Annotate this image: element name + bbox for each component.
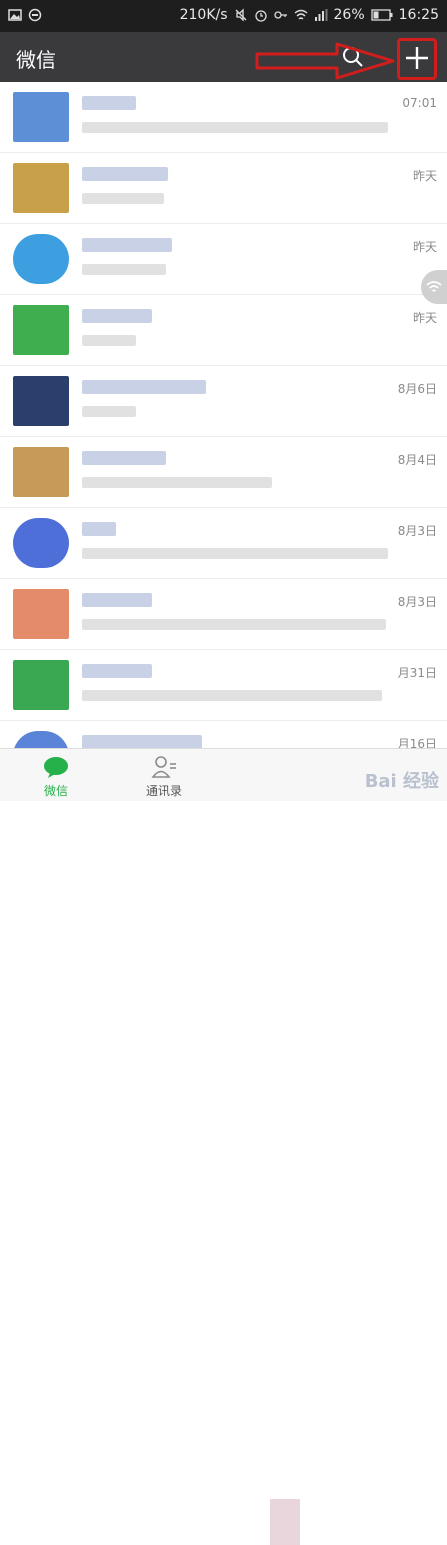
battery-icon — [370, 9, 393, 21]
chat-name — [82, 96, 136, 110]
annotation-highlight — [397, 38, 437, 80]
chat-name — [82, 380, 206, 394]
chat-time: 昨天 — [412, 240, 437, 254]
chat-time: 昨天 — [412, 169, 437, 183]
chat-preview — [82, 477, 272, 488]
avatar — [13, 234, 69, 284]
chat-item[interactable]: 昨天 — [0, 224, 447, 295]
clock: 16:25 — [398, 7, 439, 23]
chat-time: 8月6日 — [397, 382, 437, 396]
contacts-icon — [151, 756, 176, 778]
chat-time: 昨天 — [412, 311, 437, 325]
chat-time: 月16日 — [397, 737, 437, 748]
watermark: Bai 经验 — [364, 771, 439, 792]
app-header: 微信 — [0, 32, 447, 82]
chat-preview — [82, 122, 388, 133]
alarm-icon — [254, 10, 267, 22]
chat-name — [82, 309, 152, 323]
network-speed: 210K/s — [179, 7, 228, 23]
tab-label: 通讯录 — [145, 784, 182, 798]
chat-name — [82, 238, 172, 252]
chat-name — [82, 664, 152, 678]
avatar — [13, 518, 69, 568]
blurred-tab — [270, 1499, 300, 1545]
chat-item[interactable]: 昨天 — [0, 153, 447, 224]
avatar — [13, 447, 69, 497]
tab-contacts[interactable]: 通讯录 — [119, 749, 209, 801]
chat-item[interactable]: 07:01 — [0, 82, 447, 153]
avatar — [13, 660, 69, 710]
chat-item[interactable]: 8月6日 — [0, 366, 447, 437]
tab-wechat[interactable]: 微信 — [11, 749, 101, 801]
chat-time: 8月3日 — [397, 595, 437, 609]
add-button[interactable] — [404, 45, 430, 71]
battery-percent: 26% — [333, 7, 365, 23]
chat-notification-icon — [28, 8, 42, 22]
avatar — [13, 731, 69, 748]
chat-item[interactable]: 8月3日 — [0, 508, 447, 579]
signal-icon — [314, 9, 328, 21]
chat-item[interactable]: 8月3日 — [0, 579, 447, 650]
status-bar: 210K/s 26% 16:25 — [0, 0, 447, 32]
annotation-arrow — [255, 42, 395, 80]
avatar — [13, 163, 69, 213]
chat-list: 07:01 昨天 昨天 昨天 8月6日 8月4日 8月3日 8月3日 月31日 … — [0, 82, 447, 748]
chat-item[interactable]: 月31日 — [0, 650, 447, 721]
avatar — [13, 92, 69, 142]
key-icon — [273, 11, 287, 19]
tab-label: 微信 — [43, 784, 68, 798]
chat-name — [82, 451, 166, 465]
mute-icon — [235, 8, 246, 22]
chat-bubble-icon — [44, 757, 68, 778]
chat-item[interactable]: 月16日 — [0, 721, 447, 748]
chat-preview — [82, 264, 166, 275]
chat-preview — [82, 548, 388, 559]
avatar — [13, 305, 69, 355]
chat-time: 8月4日 — [397, 453, 437, 467]
floating-wifi-button[interactable] — [421, 270, 447, 304]
chat-time: 8月3日 — [397, 524, 437, 538]
chat-preview — [82, 690, 382, 701]
chat-preview — [82, 406, 136, 417]
image-notification-icon — [8, 9, 22, 21]
avatar — [13, 589, 69, 639]
chat-name — [82, 522, 116, 536]
wifi-icon — [294, 9, 307, 20]
chat-name — [82, 167, 168, 181]
wifi-icon — [426, 281, 442, 292]
avatar — [13, 376, 69, 426]
page-title: 微信 — [16, 48, 56, 72]
chat-name — [82, 593, 152, 607]
chat-name — [82, 735, 202, 748]
chat-preview — [82, 619, 386, 630]
chat-preview — [82, 335, 136, 346]
bottom-tab-bar: 微信 通讯录 Bai 经验 — [0, 748, 447, 1545]
chat-time: 07:01 — [402, 96, 437, 110]
chat-time: 月31日 — [397, 666, 437, 680]
chat-item[interactable]: 昨天 — [0, 295, 447, 366]
chat-preview — [82, 193, 164, 204]
chat-item[interactable]: 8月4日 — [0, 437, 447, 508]
